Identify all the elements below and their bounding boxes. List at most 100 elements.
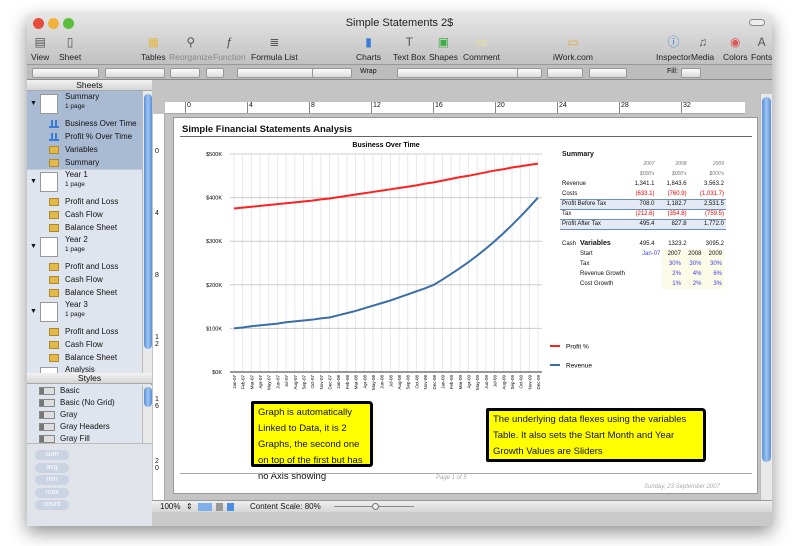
- row-label[interactable]: [560, 229, 624, 239]
- slider-knob[interactable]: [372, 503, 379, 510]
- cell[interactable]: 495.4: [624, 219, 656, 229]
- toolbar-toggle-button[interactable]: [749, 19, 765, 26]
- function-max-button[interactable]: max: [35, 488, 69, 498]
- style-select[interactable]: [32, 68, 99, 78]
- sheet-analysis[interactable]: ▼Analysis: [27, 364, 142, 373]
- print-view-icon[interactable]: [216, 503, 223, 511]
- cell[interactable]: [636, 259, 662, 269]
- sidebar-item-cash-flow[interactable]: Cash Flow: [27, 208, 142, 221]
- toolbar-comment-button[interactable]: ▭Comment: [463, 34, 500, 62]
- sidebar-item-profit-over-time[interactable]: Profit % Over Time: [27, 130, 142, 143]
- scroll-thumb[interactable]: [762, 97, 771, 462]
- sidebar-item-business-over-time[interactable]: Business Over Time: [27, 117, 142, 130]
- cell[interactable]: 6%: [703, 269, 724, 279]
- cell[interactable]: 1,772.0: [689, 219, 726, 229]
- function-avg-button[interactable]: avg: [35, 463, 69, 473]
- sidebar-item-profit-and-loss[interactable]: Profit and Loss: [27, 325, 142, 338]
- note-graph-linked[interactable]: Graph is automatically Linked to Data, i…: [251, 401, 373, 467]
- cell[interactable]: 1,182.7: [657, 199, 689, 209]
- style-basic-no-grid-[interactable]: Basic (No Grid): [27, 397, 142, 409]
- row-label[interactable]: Tax: [578, 259, 636, 269]
- disclosure-triangle-icon[interactable]: ▼: [30, 305, 37, 318]
- toolbar-text-box-button[interactable]: TText Box: [393, 34, 426, 62]
- page-view-icon[interactable]: [198, 503, 212, 511]
- toolbar-inspector-button[interactable]: ⓘInspector: [656, 34, 691, 62]
- cell[interactable]: 3,563.2: [689, 179, 726, 189]
- row-label[interactable]: Start: [578, 249, 636, 259]
- start-month-slider[interactable]: Jan-07: [636, 249, 662, 259]
- disclosure-triangle-icon[interactable]: ▼: [30, 97, 37, 110]
- sheets-scrollbar[interactable]: [142, 91, 152, 373]
- toolbar-view-button[interactable]: ▤View: [31, 34, 49, 62]
- styles-scrollbar[interactable]: [142, 385, 152, 443]
- toolbar-iwork-button[interactable]: ▭iWork.com: [553, 34, 593, 62]
- border-style-button[interactable]: [517, 68, 542, 78]
- toolbar-tables-button[interactable]: ▦Tables: [141, 34, 166, 62]
- row-label[interactable]: Tax: [560, 209, 624, 219]
- cell[interactable]: (759.5): [689, 209, 726, 219]
- cell[interactable]: 30%: [703, 259, 724, 269]
- cell[interactable]: 30%: [683, 259, 704, 269]
- cell[interactable]: 1323.2: [657, 239, 689, 249]
- cell[interactable]: 2,531.5: [689, 199, 726, 209]
- size-select[interactable]: [170, 68, 200, 78]
- series-line-profit-[interactable]: [234, 164, 538, 209]
- cell[interactable]: 708.0: [624, 199, 656, 209]
- style-gray-headers[interactable]: Gray Headers: [27, 421, 142, 433]
- cell[interactable]: 1,843.6: [657, 179, 689, 189]
- row-label[interactable]: Costs: [560, 189, 624, 199]
- row-label[interactable]: Revenue: [560, 179, 624, 189]
- style-gray-fill[interactable]: Gray Fill: [27, 433, 142, 443]
- sheet-summary[interactable]: ▼Summary1 page: [27, 91, 142, 117]
- disclosure-triangle-icon[interactable]: ▼: [30, 175, 37, 188]
- sidebar-item-variables[interactable]: Variables: [27, 143, 142, 156]
- cell[interactable]: [624, 229, 656, 239]
- toolbar-charts-button[interactable]: ▮Charts: [356, 34, 381, 62]
- cell[interactable]: [636, 269, 662, 279]
- scroll-thumb[interactable]: [144, 94, 152, 349]
- toolbar-formula-list-button[interactable]: ≣Formula List: [251, 34, 298, 62]
- wrap-checkbox[interactable]: Wrap: [360, 68, 377, 75]
- toolbar-sheet-button[interactable]: ▯Sheet: [59, 34, 81, 62]
- cell[interactable]: (1,031.7): [689, 189, 726, 199]
- cell[interactable]: (212.6): [624, 209, 656, 219]
- toolbar-function-button[interactable]: ƒFunction: [213, 34, 246, 62]
- sheet-year-3[interactable]: ▼Year 31 page: [27, 299, 142, 325]
- variables-table[interactable]: StartJan-07200720082009Tax30%30%30%Reven…: [578, 249, 724, 289]
- cell[interactable]: [689, 229, 726, 239]
- business-over-time-chart[interactable]: Business Over TimeJan-07Feb-07Mar-07Apr-…: [174, 138, 594, 398]
- toolbar-media-button[interactable]: ♫Media: [691, 34, 714, 62]
- cell[interactable]: 2008: [683, 249, 704, 259]
- cell[interactable]: 4%: [683, 269, 704, 279]
- row-label[interactable]: Revenue Growth: [578, 269, 636, 279]
- toolbar-fonts-button[interactable]: AFonts: [751, 34, 772, 62]
- row-label[interactable]: Cost Growth: [578, 279, 636, 289]
- cell[interactable]: (760.9): [657, 189, 689, 199]
- row-label[interactable]: Profit After Tax: [560, 219, 624, 229]
- cell[interactable]: [657, 229, 689, 239]
- sidebar-item-cash-flow[interactable]: Cash Flow: [27, 273, 142, 286]
- cell[interactable]: 1,341.1: [624, 179, 656, 189]
- function-count-button[interactable]: count: [35, 500, 69, 510]
- scroll-thumb[interactable]: [144, 387, 152, 407]
- font-select[interactable]: [105, 68, 165, 78]
- cell[interactable]: (354.8): [657, 209, 689, 219]
- row-label[interactable]: Profit Before Tax: [560, 199, 624, 209]
- border-color-select[interactable]: [589, 68, 627, 78]
- sidebar-item-cash-flow[interactable]: Cash Flow: [27, 338, 142, 351]
- style-basic[interactable]: Basic: [27, 385, 142, 397]
- series-line-revenue[interactable]: [234, 198, 538, 329]
- disclosure-triangle-icon[interactable]: ▼: [30, 240, 37, 253]
- canvas-scrollbar[interactable]: [760, 94, 772, 500]
- chevron-updown-icon[interactable]: ⇕: [186, 501, 193, 513]
- style-gray[interactable]: Gray: [27, 409, 142, 421]
- fill-color-well[interactable]: [681, 68, 701, 78]
- summary-table[interactable]: 200720082009$000's$000's$000'sRevenue1,3…: [560, 159, 726, 249]
- cell[interactable]: 30%: [662, 259, 683, 269]
- sheet-year-1[interactable]: ▼Year 11 page: [27, 169, 142, 195]
- text-color-well[interactable]: [206, 68, 224, 78]
- sheet-year-2[interactable]: ▼Year 21 page: [27, 234, 142, 260]
- toolbar-reorganize-button[interactable]: ⚲Reorganize: [169, 34, 212, 62]
- cell[interactable]: (633.1): [624, 189, 656, 199]
- cell[interactable]: [636, 279, 662, 289]
